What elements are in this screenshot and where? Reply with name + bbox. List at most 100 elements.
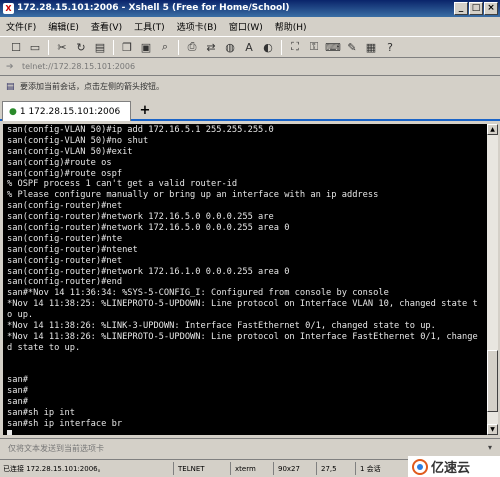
hint-text: 要添加当前会话，点击左侧的箭头按钮。 (20, 82, 164, 91)
hint-bar: ▤ 要添加当前会话，点击左侧的箭头按钮。 (0, 78, 500, 95)
help-icon[interactable]: ? (382, 39, 398, 55)
terminal-line: san#sh ip interface br (7, 419, 123, 430)
open-folder-icon[interactable]: ▭ (27, 39, 43, 55)
new-session-icon[interactable]: ☐ (8, 39, 24, 55)
compose-input-placeholder: 仅将文本发送到当前选项卡 (8, 443, 104, 453)
lock-icon[interactable]: ⚿ (306, 39, 322, 55)
terminal-line: % OSPF process 1 can't get a valid route… (7, 179, 238, 190)
menu-bar: 文件(F) 编辑(E) 查看(V) 工具(T) 选项卡(B) 窗口(W) 帮助(… (0, 17, 500, 35)
scroll-down-icon[interactable]: ▼ (487, 424, 498, 435)
add-tab-button[interactable]: + (137, 102, 153, 119)
yisuyun-logo-icon (412, 458, 428, 475)
terminal-line: o up. (7, 310, 34, 321)
script-icon[interactable]: ✎ (344, 39, 360, 55)
session-status-icon: ● (9, 106, 17, 117)
terminal-scrollbar[interactable]: ▲ ▼ (487, 124, 498, 435)
menu-window[interactable]: 窗口(W) (229, 20, 263, 33)
tab-strip: ● 1 172.28.15.101:2006 + (0, 99, 500, 121)
compose-menu-icon[interactable]: ▾ (488, 443, 492, 452)
terminal-line: san# (7, 397, 28, 408)
terminal-cursor (7, 429, 12, 435)
fullscreen-icon[interactable]: ⛶ (287, 39, 303, 55)
tab-label: 1 172.28.15.101:2006 (19, 106, 121, 117)
status-separator (316, 462, 317, 475)
toolbar-separator (113, 39, 114, 55)
watermark: 亿速云 (408, 456, 500, 477)
toolbar-separator (48, 39, 49, 55)
font-icon[interactable]: A (241, 39, 257, 55)
terminal-line: % Please configure manually or bring up … (7, 190, 379, 201)
terminal-line (7, 429, 484, 435)
menu-edit[interactable]: 编辑(E) (48, 20, 79, 33)
status-separator (230, 462, 231, 475)
menu-tools[interactable]: 工具(T) (134, 20, 165, 33)
status-terminal-type: xterm (235, 464, 256, 473)
menu-file[interactable]: 文件(F) (6, 20, 36, 33)
disconnect-icon[interactable]: ✂ (54, 39, 70, 55)
terminal-line: san(config)#route ospf (7, 168, 123, 179)
terminal-line: san(config-router)#end (7, 277, 123, 288)
status-protocol: TELNET (178, 464, 205, 473)
menu-help[interactable]: 帮助(H) (275, 20, 307, 33)
title-bar: X 172.28.15.101:2006 - Xshell 5 (Free fo… (0, 0, 500, 17)
scroll-thumb[interactable] (487, 350, 498, 412)
compose-icon[interactable]: ▦ (363, 39, 379, 55)
terminal-line: *Nov 14 11:38:25: %LINEPROTO-5-UPDOWN: L… (7, 299, 478, 310)
terminal-line: san(config)#route os (7, 157, 112, 168)
terminal-line: san(config-router)#net (7, 255, 123, 266)
close-button[interactable]: × (484, 2, 498, 15)
terminal-output[interactable]: san(config-VLAN 50)#ip add 172.16.5.1 25… (3, 124, 487, 435)
globe-icon[interactable]: ◍ (222, 39, 238, 55)
tab-session-1[interactable]: ● 1 172.28.15.101:2006 (2, 101, 131, 121)
menu-view[interactable]: 查看(V) (91, 20, 122, 33)
address-text: telnet://172.28.15.101:2006 (22, 62, 136, 71)
terminal-line: san# (7, 375, 28, 386)
print-icon[interactable]: ⎙ (184, 39, 200, 55)
window-title: 172.28.15.101:2006 - Xshell 5 (Free for … (17, 3, 290, 13)
scroll-up-icon[interactable]: ▲ (487, 124, 498, 135)
window-controls: _ □ × (454, 2, 498, 15)
color-scheme-icon[interactable]: ◐ (260, 39, 276, 55)
toolbar: ☐ ▭ ✂ ↻ ▤ ❐ ▣ ⌕ ⎙ ⇄ ◍ A ◐ ⛶ ⚿ ⌨ ✎ ▦ ? (0, 36, 500, 58)
paste-icon[interactable]: ▣ (138, 39, 154, 55)
terminal-line: san(config-VLAN 50)#exit (7, 146, 133, 157)
properties-icon[interactable]: ▤ (92, 39, 108, 55)
keyboard-icon[interactable]: ⌨ (325, 39, 341, 55)
terminal-line: *Nov 14 11:38:26: %LINK-3-UPDOWN: Interf… (7, 321, 436, 332)
compose-input-bar[interactable]: 仅将文本发送到当前选项卡 ▾ (0, 438, 500, 457)
terminal-line: san(config-router)#network 172.16.5.0 0.… (7, 212, 274, 223)
info-icon: ▤ (6, 81, 15, 92)
maximize-button[interactable]: □ (469, 2, 483, 15)
address-bar[interactable]: ➔ telnet://172.28.15.101:2006 (0, 58, 500, 76)
copy-icon[interactable]: ❐ (119, 39, 135, 55)
terminal-line: san(config-router)#ntenet (7, 244, 138, 255)
terminal-line: san(config-router)#network 172.16.1.0 0.… (7, 266, 290, 277)
watermark-text: 亿速云 (431, 461, 471, 476)
status-connection: 已连接 172.28.15.101:2006。 (3, 464, 105, 473)
transfer-icon[interactable]: ⇄ (203, 39, 219, 55)
terminal-line: san(config-VLAN 50)#ip add 172.16.5.1 25… (7, 125, 274, 135)
terminal-line: san# (7, 386, 28, 397)
toolbar-separator (281, 39, 282, 55)
terminal-line: d state to up. (7, 342, 81, 353)
reconnect-icon[interactable]: ↻ (73, 39, 89, 55)
xshell-app-icon: X (3, 3, 14, 14)
terminal-line: san#*Nov 14 11:36:34: %SYS-5-CONFIG_I: C… (7, 288, 389, 299)
toolbar-separator (178, 39, 179, 55)
terminal-line: san(config-router)#net (7, 201, 123, 212)
status-separator (273, 462, 274, 475)
status-sessions: 1 会话 (360, 464, 381, 473)
address-arrow-icon[interactable]: ➔ (6, 62, 16, 72)
terminal-line: san#sh ip int (7, 408, 75, 419)
status-separator (173, 462, 174, 475)
status-size: 90x27 (278, 464, 300, 473)
terminal-line: *Nov 14 11:38:26: %LINEPROTO-5-UPDOWN: L… (7, 331, 478, 342)
status-cursor-position: 27,5 (321, 464, 337, 473)
menu-tab[interactable]: 选项卡(B) (177, 20, 217, 33)
terminal-line: san(config-router)#network 172.16.5.0 0.… (7, 223, 290, 234)
find-icon[interactable]: ⌕ (157, 39, 173, 55)
terminal-line: san(config-router)#nte (7, 233, 123, 244)
minimize-button[interactable]: _ (454, 2, 468, 15)
